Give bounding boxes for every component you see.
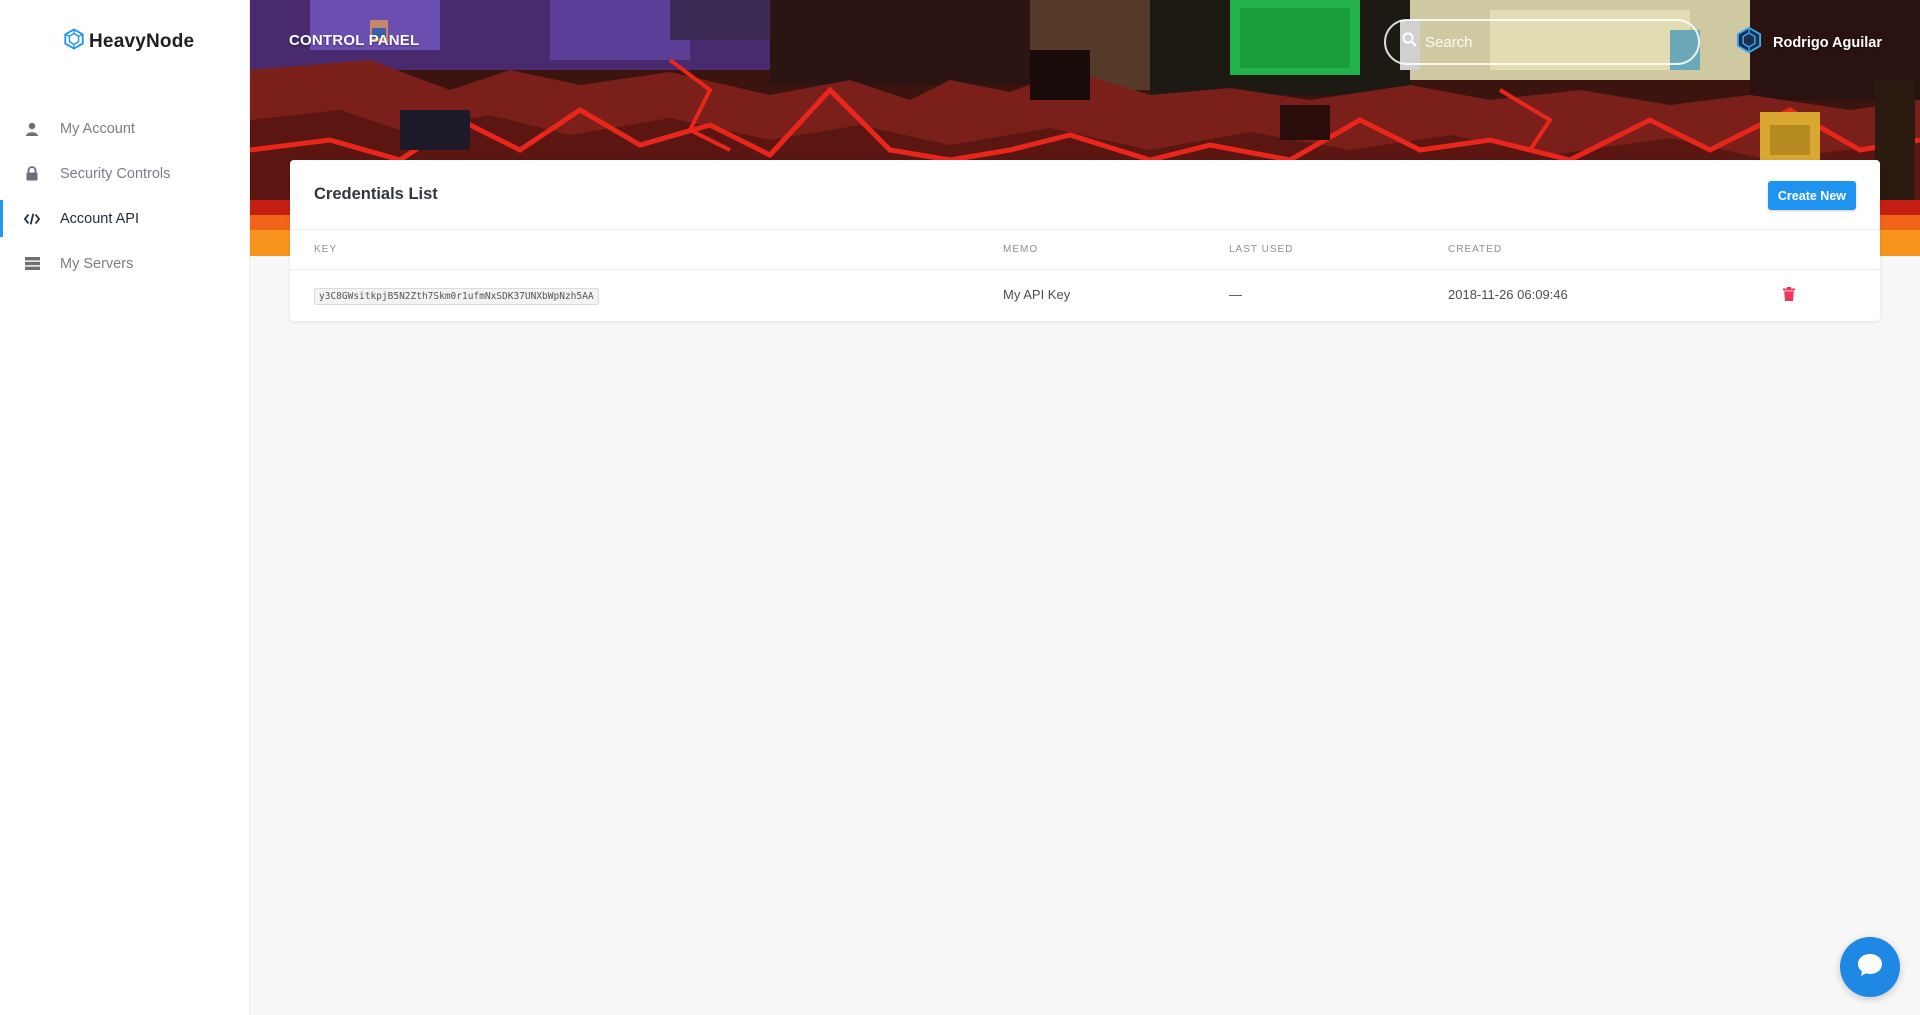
api-key-value[interactable]: y3C8GWsitkpjB5N2Zth7Skm0r1ufmNxSDK37UNXb… bbox=[314, 288, 599, 305]
memo-value: My API Key bbox=[1003, 287, 1071, 302]
delete-key-button[interactable] bbox=[1783, 287, 1795, 306]
user-icon bbox=[24, 121, 40, 137]
sidebar-item-security-controls[interactable]: Security Controls bbox=[0, 151, 250, 196]
sidebar-item-label: Security Controls bbox=[60, 165, 171, 182]
hexagon-logo-icon bbox=[63, 28, 85, 55]
credentials-card: Credentials List Create New KEY MEMO LAS… bbox=[290, 160, 1880, 321]
created-value: 2018-11-26 06:09:46 bbox=[1448, 287, 1568, 302]
search-input[interactable] bbox=[1425, 33, 1665, 51]
sidebar-item-my-account[interactable]: My Account bbox=[0, 106, 250, 151]
sidebar-item-my-servers[interactable]: My Servers bbox=[0, 241, 250, 286]
column-header-key: KEY bbox=[314, 244, 338, 255]
sidebar: HeavyNode My Account Security Controls A… bbox=[0, 0, 250, 1015]
brand-name: HeavyNode bbox=[89, 30, 195, 52]
card-header: Credentials List Create New bbox=[290, 160, 1880, 230]
user-name: Rodrigo Aguilar bbox=[1773, 34, 1883, 51]
sidebar-item-account-api[interactable]: Account API bbox=[0, 196, 250, 241]
page-title: CONTROL PANEL bbox=[289, 32, 420, 49]
sidebar-item-label: My Servers bbox=[60, 255, 134, 272]
table-header: KEY MEMO LAST USED CREATED bbox=[290, 230, 1880, 270]
servers-icon bbox=[24, 256, 40, 272]
user-avatar-icon bbox=[1735, 26, 1763, 59]
sidebar-nav: My Account Security Controls Account API… bbox=[0, 106, 250, 286]
code-icon bbox=[24, 211, 40, 227]
create-new-button[interactable]: Create New bbox=[1767, 181, 1856, 210]
sidebar-item-label: Account API bbox=[60, 210, 139, 227]
chat-launcher-button[interactable] bbox=[1840, 937, 1900, 997]
column-header-created: CREATED bbox=[1448, 244, 1503, 255]
trash-icon bbox=[1783, 287, 1795, 305]
column-header-last-used: LAST USED bbox=[1229, 244, 1294, 255]
chat-bubble-icon bbox=[1855, 950, 1885, 985]
table-row: y3C8GWsitkpjB5N2Zth7Skm0r1ufmNxSDK37UNXb… bbox=[290, 270, 1880, 320]
sidebar-item-label: My Account bbox=[60, 120, 135, 137]
last-used-value: — bbox=[1229, 287, 1242, 302]
column-header-memo: MEMO bbox=[1003, 244, 1039, 255]
card-title: Credentials List bbox=[314, 185, 438, 203]
brand-logo[interactable]: HeavyNode bbox=[63, 28, 194, 55]
lock-icon bbox=[24, 166, 40, 182]
user-menu[interactable]: Rodrigo Aguilar bbox=[1735, 26, 1882, 59]
search-box[interactable] bbox=[1384, 19, 1700, 65]
search-icon bbox=[1402, 32, 1417, 52]
